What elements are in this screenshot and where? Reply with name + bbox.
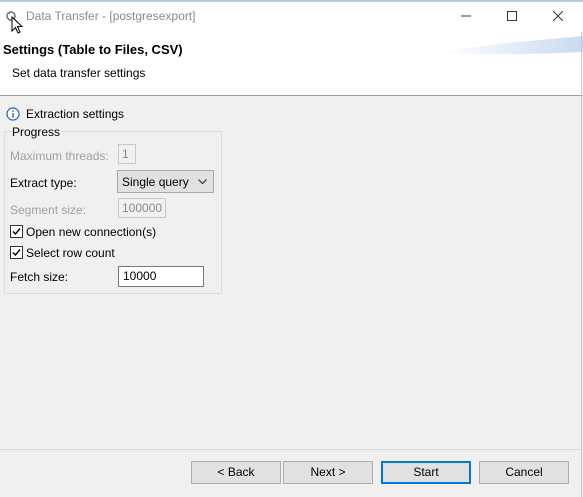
extract-type-label: Extract type: (10, 176, 77, 190)
checkmark-icon (12, 228, 21, 236)
next-button[interactable]: Next > (283, 461, 373, 484)
header-decoration (440, 36, 583, 55)
page-description: Set data transfer settings (12, 66, 146, 80)
minimize-button[interactable] (443, 0, 489, 32)
segment-size-label: Segment size: (10, 203, 87, 217)
select-row-count-label[interactable]: Select row count (26, 246, 115, 260)
chevron-down-icon (198, 179, 207, 185)
maximize-button[interactable] (489, 0, 535, 32)
window-title: Data Transfer - [postgresexport] (26, 9, 196, 23)
window-right-border (581, 32, 582, 497)
start-button[interactable]: Start (381, 461, 471, 484)
extract-type-value: Single query (122, 175, 189, 189)
minimize-icon (461, 15, 471, 17)
back-button[interactable]: < Back (191, 461, 281, 484)
cancel-button[interactable]: Cancel (479, 461, 569, 484)
info-icon (6, 107, 20, 121)
open-new-connections-checkbox[interactable] (10, 225, 23, 238)
window-titlebar[interactable]: Data Transfer - [postgresexport] (0, 0, 583, 32)
checkmark-icon (12, 249, 21, 257)
section-title: Extraction settings (26, 107, 125, 121)
button-bar-divider (0, 449, 581, 450)
open-new-connections-label[interactable]: Open new connection(s) (26, 225, 156, 239)
segment-size-field: 100000 (118, 198, 166, 218)
progress-group-label: Progress (11, 125, 62, 139)
close-icon (553, 11, 563, 21)
fetch-size-label: Fetch size: (10, 270, 69, 284)
mouse-cursor-icon (11, 16, 23, 34)
wizard-header: Settings (Table to Files, CSV) Set data … (0, 32, 583, 95)
maximum-threads-field: 1 (118, 144, 136, 164)
settings-panel: Extraction settings Progress Maximum thr… (0, 96, 583, 497)
fetch-size-input[interactable]: 10000 (118, 266, 204, 287)
page-title: Settings (Table to Files, CSV) (3, 42, 183, 57)
maximize-icon (507, 11, 517, 21)
maximum-threads-label: Maximum threads: (10, 149, 109, 163)
extract-type-select[interactable]: Single query (117, 170, 214, 193)
select-row-count-checkbox[interactable] (10, 246, 23, 259)
close-button[interactable] (535, 0, 581, 32)
